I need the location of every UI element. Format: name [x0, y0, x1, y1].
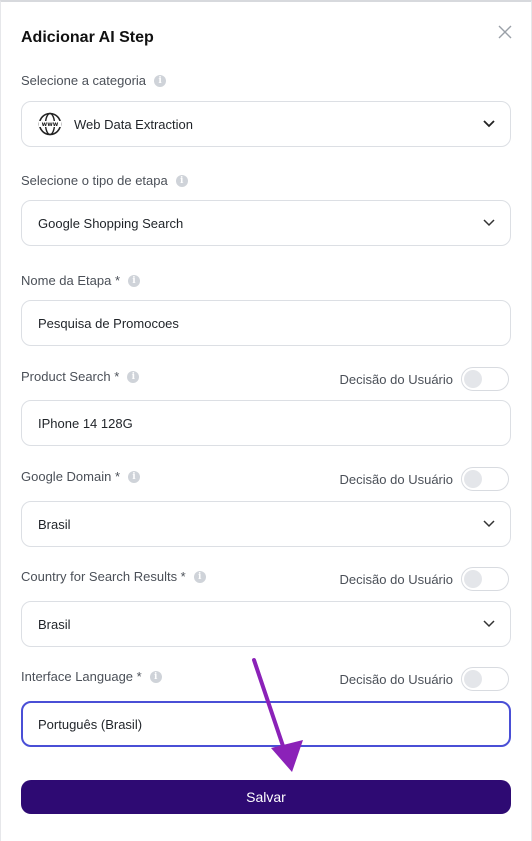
step-type-value: Google Shopping Search: [38, 215, 184, 231]
user-decision-toggle[interactable]: [461, 567, 509, 591]
close-icon[interactable]: [495, 22, 515, 42]
step-name-label: Nome da Etapa * i: [21, 273, 141, 288]
country-select[interactable]: Brasil: [21, 601, 511, 647]
google-domain-label: Google Domain * i: [21, 469, 140, 484]
category-select[interactable]: www Web Data Extraction: [21, 101, 511, 147]
category-label-text: Selecione a categoria: [21, 73, 147, 88]
info-icon[interactable]: i: [193, 570, 206, 583]
info-icon[interactable]: i: [128, 470, 140, 483]
add-ai-step-modal: Adicionar AI Step Selecione a categoria …: [0, 0, 532, 841]
category-value: Web Data Extraction: [74, 116, 193, 132]
country-user-decision: Decisão do Usuário: [340, 567, 509, 591]
product-search-input[interactable]: IPhone 14 128G: [21, 400, 511, 446]
category-label: Selecione a categoria i: [21, 73, 167, 88]
globe-www-icon: www: [38, 112, 62, 136]
chevron-down-icon: [482, 216, 496, 230]
user-decision-label: Decisão do Usuário: [339, 371, 453, 387]
google-domain-user-decision: Decisão do Usuário: [340, 467, 509, 491]
interface-language-label: Interface Language * i: [21, 669, 162, 684]
info-icon[interactable]: i: [154, 74, 167, 87]
step-name-input[interactable]: Pesquisa de Promocoes: [21, 300, 511, 346]
step-name-value: Pesquisa de Promocoes: [38, 315, 179, 331]
user-decision-toggle[interactable]: [461, 667, 509, 691]
interface-language-user-decision: Decisão do Usuário: [340, 667, 509, 691]
info-icon[interactable]: i: [175, 174, 188, 187]
step-name-label-text: Nome da Etapa *: [21, 273, 121, 288]
country-value: Brasil: [38, 616, 71, 632]
toggle-knob: [464, 670, 482, 688]
info-icon[interactable]: i: [149, 670, 162, 683]
user-decision-label: Decisão do Usuário: [339, 671, 453, 687]
chevron-down-icon: [482, 617, 496, 631]
google-domain-value: Brasil: [38, 516, 71, 532]
modal-title: Adicionar AI Step: [21, 29, 154, 46]
user-decision-toggle[interactable]: [461, 367, 509, 391]
product-search-value: IPhone 14 128G: [38, 415, 133, 431]
product-search-label-text: Product Search *: [21, 369, 120, 384]
step-type-label: Selecione o tipo de etapa i: [21, 173, 188, 188]
step-type-select[interactable]: Google Shopping Search: [21, 200, 511, 246]
toggle-knob: [464, 470, 482, 488]
google-domain-select[interactable]: Brasil: [21, 501, 511, 547]
toggle-knob: [464, 570, 482, 588]
save-button[interactable]: Salvar: [21, 780, 511, 814]
step-type-label-text: Selecione o tipo de etapa: [21, 173, 168, 188]
svg-text:www: www: [42, 121, 59, 128]
user-decision-label: Decisão do Usuário: [339, 571, 453, 587]
chevron-down-icon: [482, 117, 496, 131]
interface-language-label-text: Interface Language *: [21, 669, 142, 684]
chevron-down-icon: [482, 517, 496, 531]
info-icon[interactable]: i: [128, 274, 141, 287]
interface-language-value: Português (Brasil): [38, 716, 143, 732]
user-decision-label: Decisão do Usuário: [339, 471, 453, 487]
product-search-label: Product Search * i: [21, 369, 140, 384]
country-label: Country for Search Results * i: [21, 569, 206, 584]
interface-language-select[interactable]: Português (Brasil): [21, 701, 511, 747]
toggle-knob: [464, 370, 482, 388]
info-icon[interactable]: i: [127, 370, 140, 383]
product-search-user-decision: Decisão do Usuário: [340, 367, 509, 391]
google-domain-label-text: Google Domain *: [21, 469, 120, 484]
user-decision-toggle[interactable]: [461, 467, 509, 491]
country-label-text: Country for Search Results *: [21, 569, 186, 584]
